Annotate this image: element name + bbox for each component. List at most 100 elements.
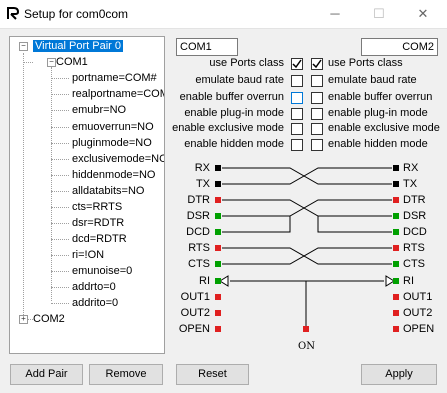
tree-line: [51, 271, 69, 272]
right-option-label-buffer-overrun: enable buffer overrun: [328, 91, 433, 103]
right-port-name-field[interactable]: COM2: [361, 38, 438, 56]
pin-dot-left-dtr: [215, 197, 221, 203]
left-option-label-baud-rate: emulate baud rate: [195, 74, 284, 86]
tree-param-emunoise[interactable]: emunoise=0: [72, 264, 132, 278]
right-signal-dsr: DSR: [403, 210, 427, 222]
pin-dot-left-dsr: [215, 213, 221, 219]
pin-dot-right-dtr: [393, 197, 399, 203]
tree-line: [23, 62, 33, 63]
right-option-label-baud-rate: emulate baud rate: [328, 74, 417, 86]
tree-param-cts[interactable]: cts=RRTS: [72, 200, 122, 214]
check-icon: [312, 59, 322, 69]
reset-button[interactable]: Reset: [176, 364, 249, 385]
tree-item-root[interactable]: Virtual Port Pair 0: [33, 39, 124, 53]
left-signal-dtr: DTR: [187, 194, 210, 206]
tree-line: [23, 53, 24, 319]
pin-dot-right-out1: [393, 294, 399, 300]
left-checkbox-exclusive-mode[interactable]: [291, 123, 303, 135]
tree-param-addrito[interactable]: addrito=0: [72, 296, 118, 310]
tree-param-dsr[interactable]: dsr=RDTR: [72, 216, 124, 230]
right-checkbox-plug-in-mode[interactable]: [311, 108, 323, 120]
pin-dot-right-ri: [393, 278, 399, 284]
tree-param-dcd[interactable]: dcd=RDTR: [72, 232, 127, 246]
apply-button[interactable]: Apply: [361, 364, 437, 385]
wire-dtr-dsr: [222, 199, 392, 217]
tree-line: [51, 191, 69, 192]
tree-line: [51, 255, 69, 256]
pin-dot-left-dcd: [215, 229, 221, 235]
left-signal-rts: RTS: [188, 242, 210, 254]
right-signal-out2: OUT2: [403, 307, 433, 319]
port-tree[interactable]: − Virtual Port Pair 0 − COM1 portname=CO…: [9, 36, 165, 354]
close-button[interactable]: ✕: [401, 0, 445, 28]
tree-param-exclusivemode[interactable]: exclusivemode=NO: [72, 152, 164, 166]
pin-dot-left-cts: [215, 261, 221, 267]
tree-line: [51, 207, 69, 208]
maximize-button[interactable]: ☐: [357, 0, 401, 28]
pin-dot-left-out1: [215, 294, 221, 300]
tree-param-ri[interactable]: ri=!ON: [72, 248, 104, 262]
collapse-root-icon[interactable]: −: [19, 42, 28, 51]
tree-param-emuoverrun[interactable]: emuoverrun=NO: [72, 120, 154, 134]
pin-dot-left-rts: [215, 245, 221, 251]
right-checkbox-ports-class[interactable]: [311, 58, 323, 70]
tree-line: [51, 303, 69, 304]
tree-line: [51, 175, 69, 176]
tree-item-root-label: Virtual Port Pair 0: [33, 40, 124, 52]
tree-param-addrto[interactable]: addrto=0: [72, 280, 116, 294]
collapse-com1-icon[interactable]: −: [47, 58, 56, 67]
right-checkbox-baud-rate[interactable]: [311, 75, 323, 87]
add-pair-button[interactable]: Add Pair: [10, 364, 83, 385]
left-checkbox-ports-class[interactable]: [291, 58, 303, 70]
left-port-name-field[interactable]: COM1: [176, 38, 238, 56]
minimize-button[interactable]: ─: [313, 0, 357, 28]
tree-item-com2[interactable]: COM2: [33, 312, 65, 326]
tree-line: [51, 110, 69, 111]
right-signal-ri: RI: [403, 275, 414, 287]
tree-line: [51, 159, 69, 160]
left-checkbox-baud-rate[interactable]: [291, 75, 303, 87]
tree-line: [51, 127, 69, 128]
right-signal-open: OPEN: [403, 323, 435, 335]
tree-line: [51, 287, 69, 288]
left-signal-cts: CTS: [188, 258, 210, 270]
tree-param-portname[interactable]: portname=COM#: [72, 71, 157, 85]
tree-line: [51, 239, 69, 240]
tree-line: [51, 78, 69, 79]
right-checkbox-exclusive-mode[interactable]: [311, 123, 323, 135]
left-signal-out2: OUT2: [180, 307, 210, 319]
wire-dsr-dtr: [222, 199, 392, 217]
tree-line: [51, 143, 69, 144]
expand-com2-icon[interactable]: +: [19, 315, 28, 324]
right-signal-tx: TX: [403, 178, 418, 190]
left-checkbox-hidden-mode[interactable]: [291, 139, 303, 151]
right-checkbox-hidden-mode[interactable]: [311, 139, 323, 151]
tree-param-hiddenmode[interactable]: hiddenmode=NO: [72, 168, 155, 182]
left-signal-tx: TX: [195, 178, 210, 190]
right-checkbox-buffer-overrun[interactable]: [311, 92, 323, 104]
left-signal-rx: RX: [194, 162, 210, 174]
tree-param-alldatabits[interactable]: alldatabits=NO: [72, 184, 144, 198]
pin-dot-right-out2: [393, 310, 399, 316]
right-signal-dtr: DTR: [403, 194, 426, 206]
left-checkbox-plug-in-mode[interactable]: [291, 108, 303, 120]
left-checkbox-buffer-overrun[interactable]: [291, 92, 303, 104]
tree-param-pluginmode[interactable]: pluginmode=NO: [72, 136, 152, 150]
com0com-app-icon: [7, 7, 20, 20]
left-signal-dcd: DCD: [186, 226, 210, 238]
pin-dot-right-rts: [393, 245, 399, 251]
tree-param-emubr[interactable]: emubr=NO: [72, 103, 126, 117]
right-option-label-exclusive-mode: enable exclusive mode: [328, 122, 440, 134]
tree-param-realportname[interactable]: realportname=COM: [72, 87, 164, 101]
remove-button[interactable]: Remove: [89, 364, 163, 385]
left-option-label-hidden-mode: enable hidden mode: [184, 138, 284, 150]
right-signal-dcd: DCD: [403, 226, 427, 238]
pin-dot-right-dsr: [393, 213, 399, 219]
tree-item-com1[interactable]: COM1: [56, 55, 88, 69]
wire-dtr-dcd: [317, 216, 392, 233]
tree-line: [51, 67, 52, 301]
right-option-label-ports-class: use Ports class: [328, 57, 403, 69]
right-signal-rts: RTS: [403, 242, 425, 254]
pin-dot-left-rx: [215, 165, 221, 171]
wire-rx-tx: [222, 167, 392, 185]
